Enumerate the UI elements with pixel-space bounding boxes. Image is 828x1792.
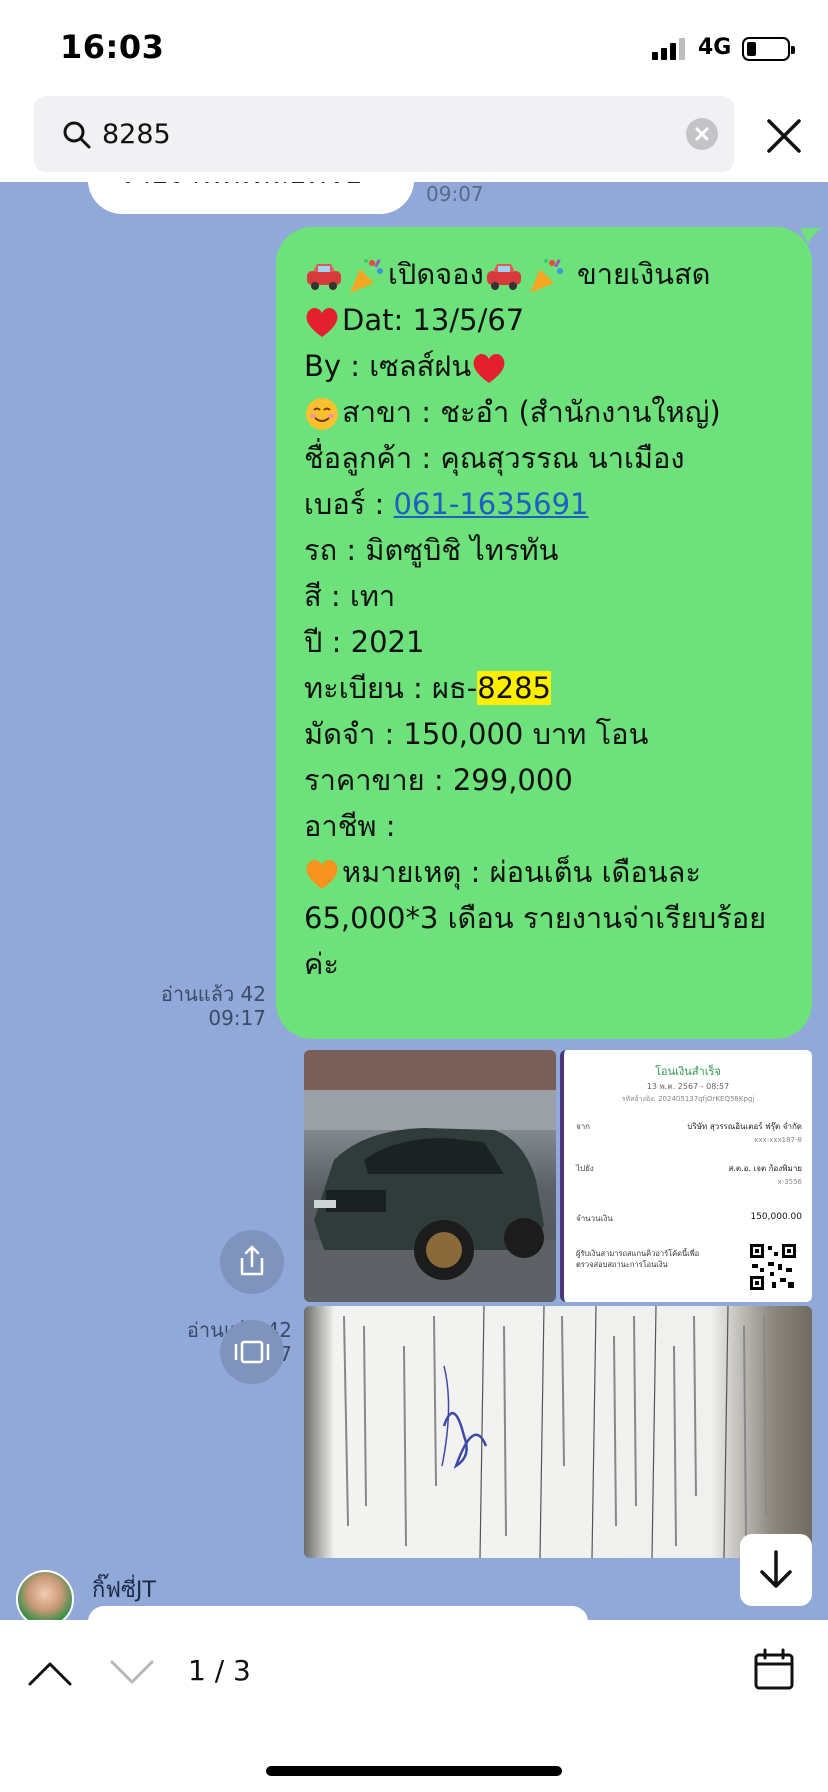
slip-from-acct: xxx-xxx187-8 <box>754 1136 802 1144</box>
message-line-4-text: สาขา : ชะอำ (สำนักงานใหญ่) <box>342 395 721 429</box>
message-read-meta: อ่านแล้ว 42 09:17 <box>140 982 266 1030</box>
message-line-6: เบอร์ : 061-1635691 <box>304 481 786 527</box>
previous-message-text: รายงานที่เหลือครับ <box>118 182 362 197</box>
party-popper-icon <box>350 259 383 293</box>
car-photo[interactable] <box>304 1050 556 1302</box>
message-line-11: มัดจำ : 150,000 บาท โอน <box>304 717 649 751</box>
plate-label: ทะเบียน : ผธ- <box>304 671 478 705</box>
album-icon <box>234 1340 270 1364</box>
message-line-1b-text: ขายเงินสด <box>576 257 711 291</box>
slip-from-label: จาก <box>576 1122 591 1131</box>
avatar[interactable] <box>16 1570 74 1620</box>
home-indicator <box>266 1766 562 1776</box>
previous-message-time: 09:07 <box>426 182 484 206</box>
album-button[interactable] <box>220 1320 284 1384</box>
message-line-1-text: เปิดจอง <box>388 257 484 291</box>
car-icon <box>307 264 341 290</box>
slip-to-name: ส.ต.อ. เจต ก้องพิมาย <box>728 1164 803 1173</box>
slip-to-acct: x-3556 <box>777 1178 802 1186</box>
close-icon[interactable] <box>762 114 806 158</box>
party-popper-icon <box>529 259 563 293</box>
message-line-14: หมายเหตุ : ผ่อนเต็น เดือนละ 65,000*3 เดื… <box>304 849 786 987</box>
orange-heart-icon <box>306 859 338 889</box>
arrow-down-icon <box>760 1550 792 1588</box>
clear-icon <box>695 127 709 141</box>
sender-name: กิ๊ฟซี่JT <box>92 1578 156 1603</box>
smiling-face-icon <box>306 398 338 430</box>
message-line-10: ทะเบียน : ผธ-8285 <box>304 665 786 711</box>
bottom-toolbar: 1 / 3 <box>0 1620 828 1792</box>
status-time: 16:03 <box>60 28 165 66</box>
message-line-4: สาขา : ชะอำ (สำนักงานใหญ่) <box>304 389 786 435</box>
battery-icon <box>742 37 795 61</box>
search-box[interactable] <box>34 96 734 172</box>
share-button[interactable] <box>220 1230 284 1294</box>
network-type: 4G <box>698 35 732 60</box>
result-counter: 1 / 3 <box>188 1654 251 1687</box>
clear-search-button[interactable] <box>686 118 718 150</box>
heart-icon <box>473 353 505 383</box>
chat-area[interactable]: รายงานที่เหลือครับ 09:07 เปิดจอง ขายเงิน… <box>0 182 828 1620</box>
message-line-3-text: By : เซลส์ฝน <box>304 349 472 383</box>
message-bubble[interactable]: เปิดจอง ขายเงินสด Dat: 13/5/67 By : เซลส… <box>276 227 812 1039</box>
message-line-3: By : เซลส์ฝน <box>304 343 786 389</box>
message-line-2-text: Dat: 13/5/67 <box>342 303 525 337</box>
message-line-7: รถ : มิตซูบิชิ ไทรทัน <box>304 533 559 567</box>
search-header <box>0 92 828 182</box>
status-bar: 16:03 4G <box>0 0 828 92</box>
heart-icon <box>306 307 338 337</box>
car-image <box>304 1050 556 1302</box>
message-line-2: Dat: 13/5/67 <box>304 297 786 343</box>
document-image <box>343 1306 767 1558</box>
previous-message-bubble[interactable]: รายงานที่เหลือครับ <box>88 182 414 214</box>
car-icon <box>486 264 521 290</box>
message-line-9: ปี : 2021 <box>304 625 425 659</box>
phone-link[interactable]: 061-1635691 <box>394 487 589 521</box>
calendar-icon[interactable] <box>752 1648 796 1692</box>
slip-ref: รหัสอ้างอิง: 202405137qfjOrKEQ58Kpgj <box>621 1095 755 1103</box>
slip-date: 13 พ.ค. 2567 - 08:57 <box>646 1082 730 1091</box>
read-receipt: อ่านแล้ว 42 <box>160 982 266 1006</box>
chevron-up-icon[interactable] <box>26 1658 74 1688</box>
message-line-8: สี : เทา <box>304 579 396 613</box>
share-icon <box>240 1245 264 1276</box>
slip-to-label: ไปยัง <box>576 1164 594 1173</box>
slip-amount: 150,000.00 <box>750 1212 802 1222</box>
document-photo[interactable] <box>304 1306 812 1558</box>
transfer-slip-photo[interactable]: โอนเงินสำเร็จ 13 พ.ค. 2567 - 08:57 รหัสอ… <box>560 1050 812 1302</box>
message-line-5: ชื่อลูกค้า : คุณสุวรรณ นาเมือง <box>304 441 685 475</box>
message-time: 09:17 <box>208 1006 266 1030</box>
slip-amount-label: จำนวนเงิน <box>576 1214 613 1223</box>
slip-from-name: บริษัท สุวรรณอินเตอร์ ฟรุ๊ต จำกัด <box>687 1122 802 1131</box>
message-line-1: เปิดจอง ขายเงินสด <box>304 251 786 297</box>
slip-status: โอนเงินสำเร็จ <box>655 1065 721 1078</box>
scroll-down-button[interactable] <box>740 1534 812 1606</box>
signal-icon <box>652 38 688 60</box>
search-highlight: 8285 <box>477 671 552 705</box>
phone-label: เบอร์ : <box>304 487 394 521</box>
search-input[interactable] <box>102 110 662 158</box>
slip-note: ผู้รับเงินสามารถสแกนคิวอาร์โค้ดนี้เพื่อต… <box>576 1249 700 1269</box>
next-message-preview[interactable] <box>88 1606 588 1620</box>
chevron-down-icon[interactable] <box>108 1658 156 1688</box>
message-line-13: อาชีพ : <box>304 809 396 843</box>
qr-code-icon <box>748 1242 798 1292</box>
message-line-14-text: หมายเหตุ : ผ่อนเต็น เดือนละ 65,000*3 เดื… <box>304 855 767 981</box>
search-icon <box>63 121 91 149</box>
message-line-12: ราคาขาย : 299,000 <box>304 763 573 797</box>
